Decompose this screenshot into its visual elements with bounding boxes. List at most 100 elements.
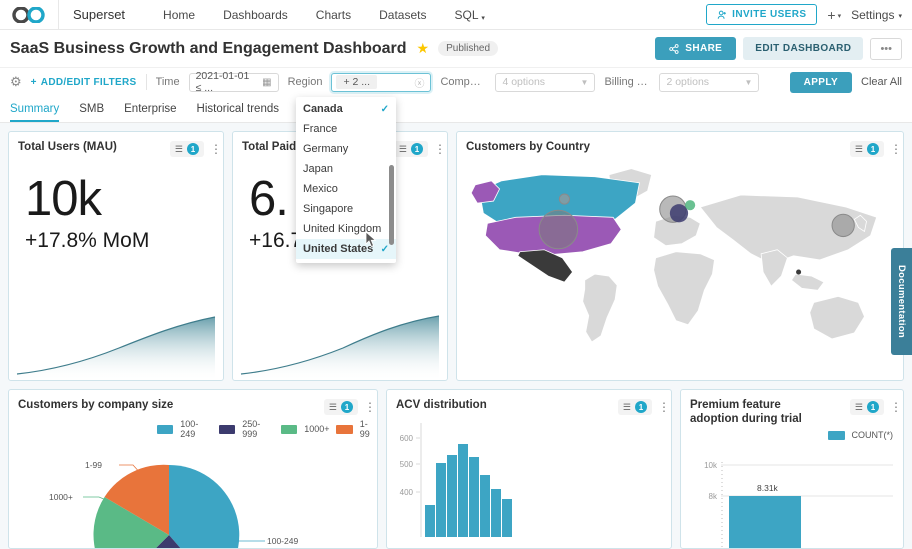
person-add-icon	[717, 10, 727, 20]
new-item-button[interactable]: + ▾	[827, 7, 841, 23]
add-edit-filters-button[interactable]: + ADD/EDIT FILTERS	[31, 77, 137, 88]
applied-filters-badge[interactable]: ☰ 1	[394, 141, 428, 157]
card-header: Customers by company size ☰ 1 ⋮	[9, 390, 377, 417]
dropdown-option-mexico[interactable]: Mexico	[296, 179, 396, 199]
region-filter-input[interactable]: + 2 ... ⓧ	[331, 73, 431, 92]
plus-icon: +	[827, 7, 835, 23]
billing-filter-label: Billing T...	[604, 76, 650, 88]
region-filter-label: Region	[288, 76, 323, 88]
dropdown-option-canada[interactable]: Canada ✓	[296, 99, 396, 119]
clear-all-button[interactable]: Clear All	[861, 76, 902, 88]
dropdown-scrollbar[interactable]	[389, 165, 394, 245]
map-bubble-canada	[559, 194, 569, 204]
gear-icon[interactable]: ⚙	[10, 74, 22, 90]
card-menu-icon[interactable]: ⋮	[658, 402, 662, 412]
dropdown-option-japan[interactable]: Japan	[296, 159, 396, 179]
nav-link-charts[interactable]: Charts	[302, 0, 365, 30]
invite-users-button[interactable]: INVITE USERS	[706, 4, 817, 25]
applied-filters-badge[interactable]: ☰ 1	[618, 399, 652, 415]
nav-link-sql[interactable]: SQL ▾	[440, 0, 498, 30]
settings-menu[interactable]: Settings ▾	[851, 8, 902, 22]
page-title: SaaS Business Growth and Engagement Dash…	[10, 40, 407, 58]
map-bubble-singapore	[796, 270, 801, 275]
apply-filters-button[interactable]: APPLY	[790, 72, 852, 93]
pie-label-1000-plus: 1000+	[49, 492, 73, 502]
status-badge[interactable]: Published	[438, 41, 498, 56]
card-title: Total Users (MAU)	[18, 140, 117, 154]
share-button[interactable]: SHARE	[655, 37, 736, 60]
tab-summary[interactable]: Summary	[10, 96, 59, 122]
top-navbar: Superset Home Dashboards Charts Datasets…	[0, 0, 912, 30]
dropdown-option-united-states[interactable]: United States ✓	[296, 239, 396, 259]
chevron-down-icon: ▼	[745, 78, 753, 87]
world-map[interactable]	[457, 159, 903, 380]
brand-name[interactable]: Superset	[58, 0, 139, 29]
card-title: ACV distribution	[396, 398, 487, 412]
time-filter-value: 2021-01-01 ≤ ...	[196, 70, 257, 94]
applied-filters-badge[interactable]: ☰ 1	[850, 399, 884, 415]
chevron-down-icon: ▾	[898, 12, 902, 20]
applied-filters-badge[interactable]: ☰ 1	[170, 141, 204, 157]
card-tools: ☰ 1 ⋮	[394, 140, 438, 157]
documentation-tab[interactable]: Documentation	[891, 248, 912, 355]
filter-bar: ⚙ + ADD/EDIT FILTERS Time 2021-01-01 ≤ .…	[0, 67, 912, 96]
chevron-down-icon: ▾	[481, 15, 485, 22]
dropdown-option-united-kingdom[interactable]: United Kingdom	[296, 219, 396, 239]
main-nav: Home Dashboards Charts Datasets SQL ▾	[149, 0, 499, 30]
share-icon	[669, 44, 679, 54]
card-menu-icon[interactable]: ⋮	[364, 402, 368, 412]
filter-count: 1	[867, 143, 879, 155]
premium-bar-chart[interactable]: COUNT(*) 10k 8k 8.31k	[681, 428, 903, 548]
bar-8	[502, 499, 512, 537]
settings-label: Settings	[851, 8, 894, 22]
card-menu-icon[interactable]: ⋮	[210, 144, 214, 154]
close-icon[interactable]: ⓧ	[414, 75, 424, 90]
tab-historical-trends[interactable]: Historical trends	[197, 96, 279, 122]
tab-enterprise[interactable]: Enterprise	[124, 96, 176, 122]
card-tools: ☰ 1 ⋮	[618, 398, 662, 415]
billing-filter-select[interactable]: 2 options ▼	[659, 73, 759, 92]
applied-filters-badge[interactable]: ☰ 1	[324, 399, 358, 415]
nav-link-datasets[interactable]: Datasets	[365, 0, 440, 30]
superset-infinity-logo-icon	[12, 7, 46, 23]
company-filter-select[interactable]: 4 options ▼	[495, 73, 595, 92]
acv-histogram[interactable]: 600 500 400	[387, 417, 671, 548]
filter-icon: ☰	[855, 402, 863, 413]
bar-1	[425, 505, 435, 537]
dropdown-option-france[interactable]: France	[296, 119, 396, 139]
region-filter-dropdown[interactable]: Canada ✓ France Germany Japan Mexico Sin…	[296, 97, 396, 263]
pie-label-100-249: 100-249	[267, 536, 298, 546]
map-region-mexico	[518, 250, 573, 282]
card-title: Total Paid	[242, 140, 296, 154]
nav-link-dashboards[interactable]: Dashboards	[209, 0, 302, 30]
map-bubble-germany	[685, 200, 695, 210]
grid-row-1: Total Users (MAU) ☰ 1 ⋮ 10k +17.8% MoM	[8, 131, 904, 381]
card-menu-icon[interactable]: ⋮	[434, 144, 438, 154]
dropdown-option-label: United States	[303, 243, 373, 255]
pie-chart[interactable]: 100-249 250-999 1000+ 1-99	[9, 417, 377, 548]
chart-card-total-users: Total Users (MAU) ☰ 1 ⋮ 10k +17.8% MoM	[8, 131, 224, 381]
tab-smb[interactable]: SMB	[79, 96, 104, 122]
kpi-value: 10k	[9, 159, 223, 225]
card-header: Premium feature adoption during trial ☰ …	[681, 390, 903, 428]
chart-card-customers-by-company-size: Customers by company size ☰ 1 ⋮ 100-249 …	[8, 389, 378, 549]
dropdown-option-germany[interactable]: Germany	[296, 139, 396, 159]
dropdown-option-label: France	[303, 123, 337, 135]
edit-dashboard-button[interactable]: EDIT DASHBOARD	[743, 37, 863, 60]
dropdown-option-label: Canada	[303, 103, 343, 115]
card-menu-icon[interactable]: ⋮	[890, 402, 894, 412]
card-menu-icon[interactable]: ⋮	[890, 144, 894, 154]
acv-ytick-400: 400	[400, 488, 414, 497]
applied-filters-badge[interactable]: ☰ 1	[850, 141, 884, 157]
check-icon: ✓	[381, 244, 389, 255]
superset-logo[interactable]	[0, 0, 58, 29]
acv-bars	[425, 444, 512, 537]
nav-link-home[interactable]: Home	[149, 0, 209, 30]
more-options-button[interactable]: •••	[870, 38, 902, 60]
dropdown-option-singapore[interactable]: Singapore	[296, 199, 396, 219]
favorite-star-icon[interactable]: ★	[417, 40, 430, 57]
navbar-right: INVITE USERS + ▾ Settings ▾	[706, 4, 912, 25]
time-filter-input[interactable]: 2021-01-01 ≤ ... ▦	[189, 73, 279, 92]
card-tools: ☰ 1 ⋮	[850, 398, 894, 415]
card-title: Customers by Country	[466, 140, 590, 154]
